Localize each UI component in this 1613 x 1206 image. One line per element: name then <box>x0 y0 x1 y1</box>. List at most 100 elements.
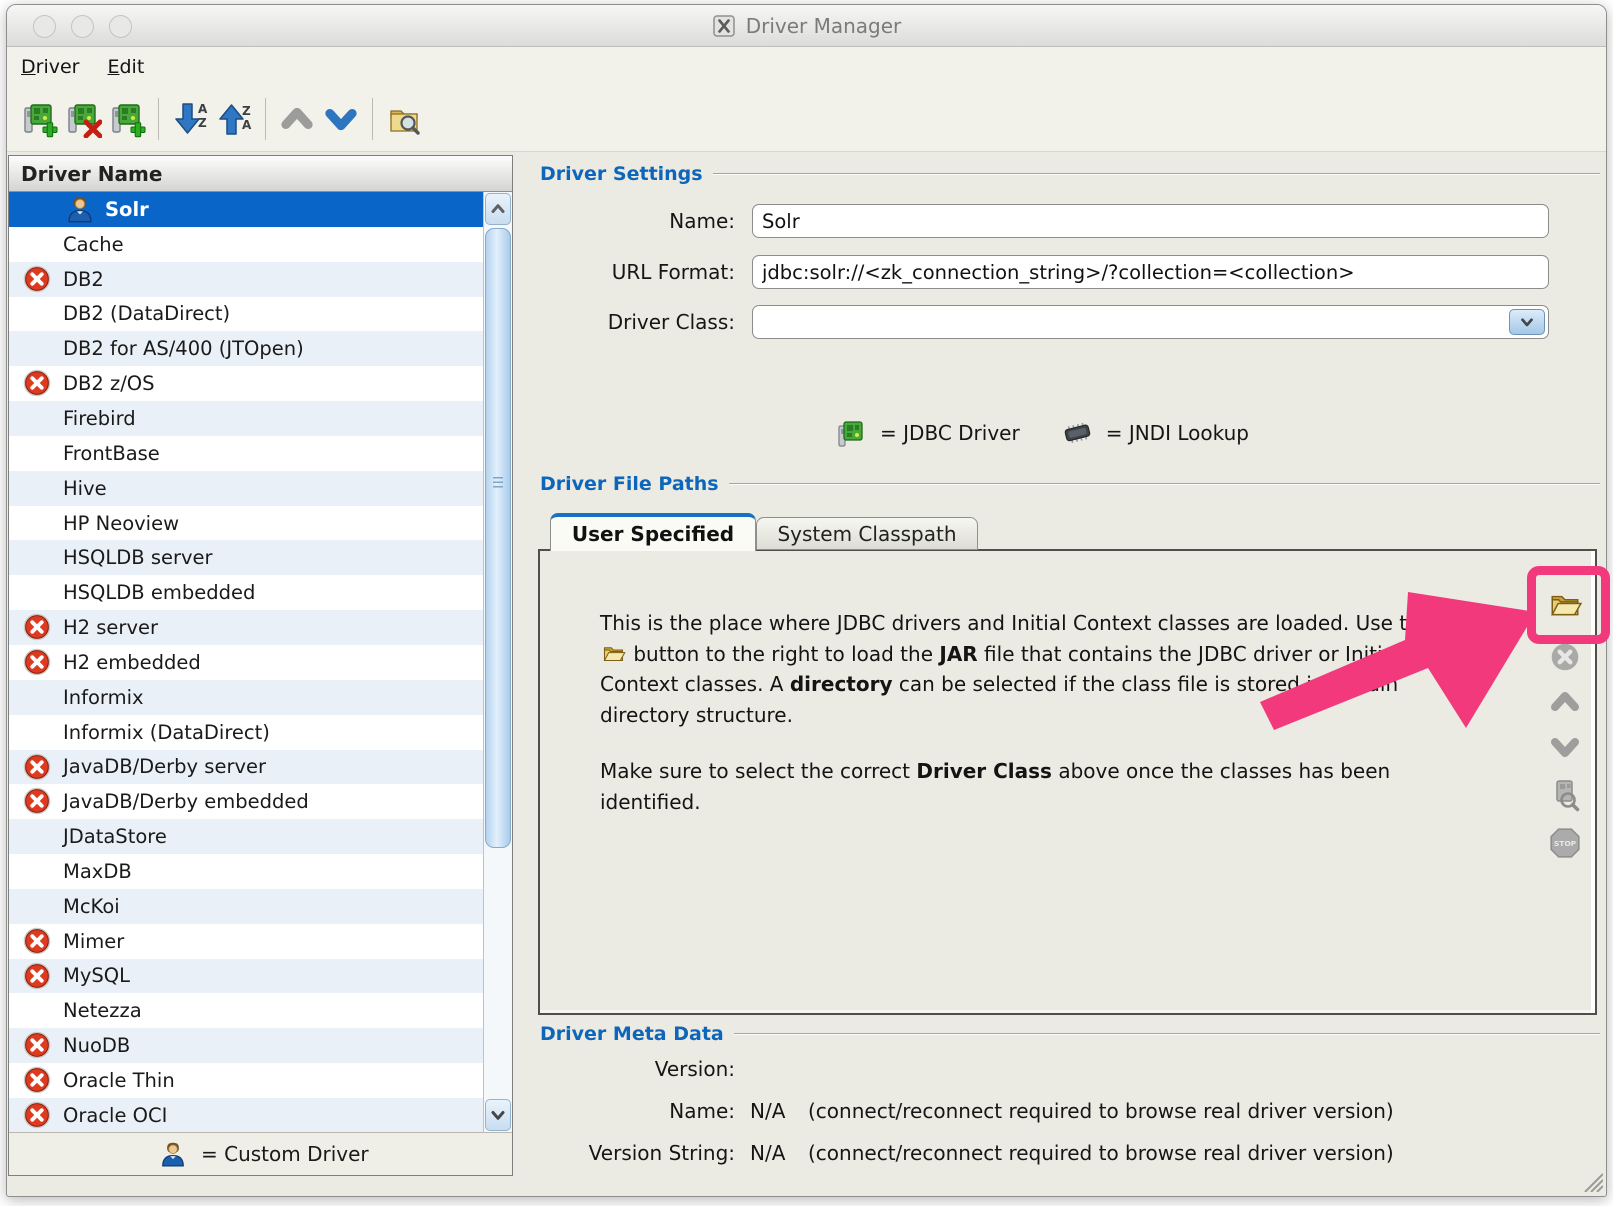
driver-row[interactable]: DB2 (DataDirect) <box>9 297 483 332</box>
driver-row[interactable]: NuoDB <box>9 1028 483 1063</box>
error-icon <box>22 961 52 991</box>
scrollbar-thumb[interactable] <box>485 228 511 848</box>
driver-row[interactable]: HSQLDB embedded <box>9 575 483 610</box>
name-input[interactable] <box>752 204 1549 238</box>
meta-row: Name:N/A(connect/reconnect required to b… <box>530 1090 1590 1132</box>
driver-name: McKoi <box>63 895 120 918</box>
driver-class-label: Driver Class: <box>530 310 735 334</box>
error-icon <box>22 1100 52 1130</box>
driver-name: Netezza <box>63 999 142 1022</box>
driver-list-panel: Driver Name Solr Cache DB2DB2 (DataDirect)… <box>8 155 513 1176</box>
move-up-button <box>1547 684 1583 720</box>
driver-row[interactable]: DB2 z/OS <box>9 366 483 401</box>
driver-row[interactable]: DB2 <box>9 262 483 297</box>
driver-name-column-header[interactable]: Driver Name <box>9 156 512 192</box>
driver-name: HSQLDB server <box>63 546 213 569</box>
error-icon <box>22 647 52 677</box>
driver-row[interactable]: Solr <box>9 192 483 227</box>
driver-add-button[interactable] <box>17 97 61 141</box>
list-scrollbar[interactable] <box>483 192 512 1132</box>
driver-name: JavaDB/Derby embedded <box>63 790 309 813</box>
custom-driver-legend: = Custom Driver <box>9 1132 512 1175</box>
driver-row[interactable]: DB2 for AS/400 (JTOpen) <box>9 331 483 366</box>
driver-row[interactable]: Hive <box>9 471 483 506</box>
driver-copy-button[interactable] <box>105 97 149 141</box>
tab-system-classpath[interactable]: System Classpath <box>756 517 978 550</box>
tab-user-specified[interactable]: User Specified <box>550 513 756 551</box>
driver-row[interactable]: Oracle OCI <box>9 1098 483 1132</box>
highlight-box <box>1527 566 1610 644</box>
driver-row[interactable]: JDataStore <box>9 819 483 854</box>
driver-name: Cache <box>63 233 124 256</box>
driver-name: Hive <box>63 477 107 500</box>
driver-row[interactable]: H2 server <box>9 610 483 645</box>
error-icon <box>22 264 52 294</box>
driver-settings-section: Driver Settings <box>540 162 1600 186</box>
driver-row[interactable]: Informix <box>9 680 483 715</box>
svg-text:Z: Z <box>242 104 251 118</box>
sort-az-button[interactable]: AZ <box>168 97 212 141</box>
chev-up-gray-button[interactable] <box>275 97 319 141</box>
scroll-up-button[interactable] <box>485 193 511 225</box>
driver-row[interactable]: Netezza <box>9 993 483 1028</box>
resize-grip[interactable] <box>1581 1170 1603 1192</box>
list-drivers-button <box>1547 777 1583 813</box>
driver-row[interactable]: HSQLDB server <box>9 540 483 575</box>
section-title-driver-meta-data: Driver Meta Data <box>540 1023 724 1045</box>
driver-row[interactable]: McKoi <box>9 889 483 924</box>
driver-name: Mimer <box>63 930 124 953</box>
driver-row[interactable]: Informix (DataDirect) <box>9 715 483 750</box>
chev-down-blue-button[interactable] <box>319 97 363 141</box>
scroll-down-button[interactable] <box>485 1099 511 1131</box>
toolbar-separator <box>265 98 266 140</box>
driver-delete-button[interactable] <box>61 97 105 141</box>
driver-name: Solr <box>105 198 149 221</box>
stop-button: STOP <box>1547 825 1583 861</box>
custom-driver-label: = Custom Driver <box>201 1142 369 1166</box>
driver-row[interactable]: H2 embedded <box>9 645 483 680</box>
driver-row[interactable]: HP Neoview <box>9 506 483 541</box>
driver-row[interactable]: MySQL <box>9 959 483 994</box>
folder-search-button[interactable] <box>382 97 426 141</box>
error-icon <box>22 368 52 398</box>
meta-data-rows: Version:Name:N/A(connect/reconnect requi… <box>530 1048 1590 1174</box>
menu-edit[interactable]: Edit <box>107 56 144 78</box>
driver-row[interactable]: Firebird <box>9 401 483 436</box>
driver-name: Informix (DataDirect) <box>63 721 270 744</box>
section-title-driver-file-paths: Driver File Paths <box>540 473 719 495</box>
driver-name: Informix <box>63 686 144 709</box>
jdbc-driver-legend-label: = JDBC Driver <box>880 421 1020 445</box>
url-format-label: URL Format: <box>530 260 735 284</box>
driver-row[interactable]: MaxDB <box>9 854 483 889</box>
driver-name: NuoDB <box>63 1034 130 1057</box>
menu-driver[interactable]: Driver <box>21 56 79 78</box>
meta-value: N/A <box>750 1099 792 1123</box>
driver-name: MySQL <box>63 964 130 987</box>
meta-note: (connect/reconnect required to browse re… <box>808 1099 1394 1123</box>
driver-class-dropdown-button[interactable] <box>1509 309 1545 335</box>
jndi-lookup-icon <box>1060 417 1094 449</box>
custom-driver-icon <box>159 1140 187 1168</box>
driver-row[interactable]: FrontBase <box>9 436 483 471</box>
sort-za-button[interactable]: ZA <box>212 97 256 141</box>
driver-list: Solr Cache DB2DB2 (DataDirect)DB2 for AS/4… <box>9 192 483 1132</box>
driver-row[interactable]: Cache <box>9 227 483 262</box>
svg-text:STOP: STOP <box>1554 839 1577 848</box>
driver-class-input[interactable] <box>752 305 1549 339</box>
driver-row[interactable]: Mimer <box>9 924 483 959</box>
driver-name: H2 embedded <box>63 651 201 674</box>
driver-row[interactable]: JavaDB/Derby server <box>9 750 483 785</box>
remove-entry-button <box>1547 639 1583 675</box>
error-icon <box>22 1065 52 1095</box>
svg-text:A: A <box>242 118 252 132</box>
url-format-input[interactable] <box>752 255 1549 289</box>
driver-name: DB2 z/OS <box>63 372 155 395</box>
section-title-driver-settings: Driver Settings <box>540 163 703 185</box>
driver-name: JavaDB/Derby server <box>63 755 266 778</box>
folder-open-icon <box>600 642 627 666</box>
custom-driver-icon <box>65 194 95 224</box>
driver-manager-window: Driver Manager Driver Edit AZZA Driver N… <box>0 0 1613 1206</box>
driver-row[interactable]: Oracle Thin <box>9 1063 483 1098</box>
toolbar-separator <box>158 98 159 140</box>
driver-row[interactable]: JavaDB/Derby embedded <box>9 784 483 819</box>
